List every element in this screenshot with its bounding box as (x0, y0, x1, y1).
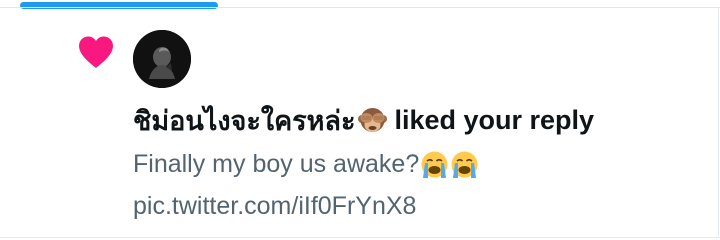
action-text: liked your reply (394, 104, 595, 135)
user-display-name[interactable]: ชิม่อนไงจะใครหล่ะ (133, 99, 355, 142)
avatar[interactable] (133, 30, 191, 88)
see-no-evil-monkey-icon (357, 105, 388, 136)
crying-face-icon (420, 150, 449, 179)
heart-icon (76, 34, 116, 70)
tweet-text[interactable]: Finally my boy us awake? pic.twitter.com… (133, 143, 703, 227)
top-divider (0, 7, 720, 8)
bottom-divider (0, 237, 720, 238)
right-divider (718, 8, 719, 238)
tweet-link-line: pic.twitter.com/iIf0FrYnX8 (133, 185, 703, 227)
crying-face-icon (450, 150, 479, 179)
tweet-text-line: Finally my boy us awake? (133, 143, 703, 185)
notification-headline: ชิม่อนไงจะใครหล่ะ liked your reply (133, 102, 594, 138)
tweet-media-link[interactable]: pic.twitter.com/iIf0FrYnX8 (133, 185, 416, 227)
notification-frame: ชิม่อนไงจะใครหล่ะ liked your reply Final… (0, 0, 720, 240)
tweet-text-content: Finally my boy us awake? (133, 150, 420, 178)
